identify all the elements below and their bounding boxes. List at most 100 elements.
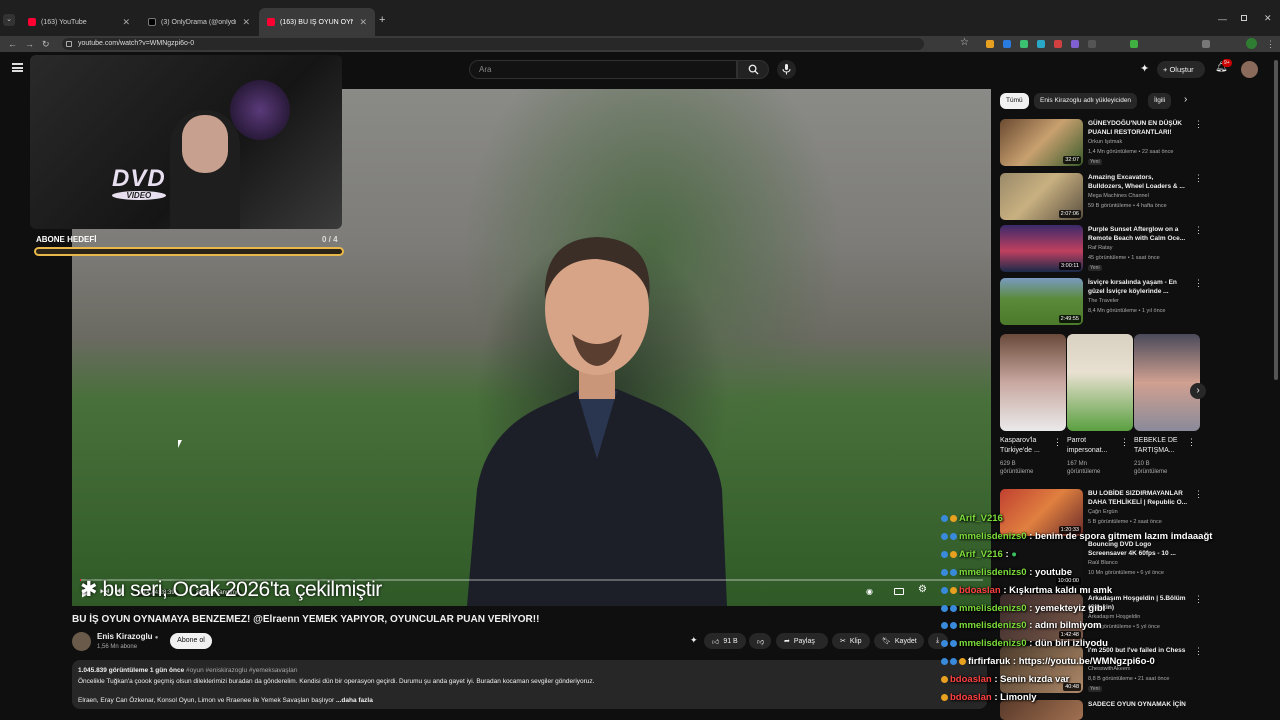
bookmark-star-icon[interactable]: ☆ bbox=[960, 37, 969, 48]
recommendation-item[interactable]: 32:07 GÜNEYDOĞU'NUN EN DÜŞÜK PUANLI REST… bbox=[1000, 119, 1203, 169]
short-thumbnail[interactable] bbox=[1134, 334, 1200, 431]
extension-icon[interactable] bbox=[1037, 40, 1045, 48]
chat-text: youtube bbox=[1035, 567, 1072, 578]
more-options-icon[interactable]: ⋮ bbox=[1194, 278, 1203, 289]
close-window-icon[interactable]: ✕ bbox=[1264, 13, 1272, 24]
dislike-button[interactable]: 👎︎ bbox=[749, 633, 771, 649]
chip-all[interactable]: Tümü bbox=[1000, 93, 1029, 109]
minimize-icon[interactable]: — bbox=[1218, 14, 1227, 24]
duration-badge: 10:00:00 bbox=[1055, 577, 1081, 585]
more-options-icon[interactable]: ⋮ bbox=[1194, 119, 1203, 130]
more-options-icon[interactable]: ⋮ bbox=[1120, 437, 1129, 448]
recommendation-item[interactable]: 40:48 I'm 2500 but I've failed in Chess … bbox=[1000, 646, 1203, 694]
recommendation-item[interactable]: 3:00:11 Purple Sunset Afterglow on a Rem… bbox=[1000, 225, 1203, 275]
extension-icon[interactable] bbox=[1003, 40, 1011, 48]
maximize-icon[interactable] bbox=[1241, 15, 1247, 21]
more-options-icon[interactable]: ⋮ bbox=[1187, 437, 1196, 448]
site-info-icon[interactable] bbox=[66, 41, 72, 47]
search-input[interactable]: Ara bbox=[469, 60, 737, 79]
extension-icon[interactable] bbox=[1054, 40, 1062, 48]
sparkle-icon[interactable]: ✦ bbox=[1140, 62, 1149, 75]
shorts-next-icon[interactable]: › bbox=[1190, 383, 1206, 399]
close-tab-icon[interactable]: ✕ bbox=[116, 17, 130, 28]
hamburger-menu-icon[interactable] bbox=[12, 63, 23, 72]
share-label: Paylaş bbox=[793, 637, 815, 645]
search-placeholder: Ara bbox=[479, 65, 492, 74]
subtitles-icon[interactable] bbox=[894, 588, 904, 595]
clip-button[interactable]: ✂ Klip bbox=[832, 633, 870, 649]
profile-avatar[interactable] bbox=[1246, 38, 1257, 49]
more-options-icon[interactable]: ⋮ bbox=[1194, 489, 1203, 500]
extension-icon[interactable] bbox=[1130, 40, 1138, 48]
subscriber-count: 1,56 Mn abone bbox=[97, 644, 138, 650]
badge-icon bbox=[959, 657, 966, 665]
extension-icon[interactable] bbox=[1071, 40, 1079, 48]
duration-badge: 2:49:55 bbox=[1058, 315, 1081, 323]
more-options-icon[interactable]: ⋮ bbox=[1194, 173, 1203, 184]
close-tab-icon[interactable]: ✕ bbox=[236, 17, 250, 28]
badge-icon bbox=[941, 621, 948, 629]
extension-icon[interactable] bbox=[1020, 40, 1028, 48]
tab-onlydrama[interactable]: (3) OnlyDrama (@onlydramaX)✕ bbox=[140, 8, 258, 36]
recommendation-item[interactable]: SADECE OYUN OYNAMAK İÇİN bbox=[1000, 700, 1200, 720]
more-options-icon[interactable]: ⋮ bbox=[1194, 594, 1203, 605]
more-options-icon[interactable]: ⋮ bbox=[1194, 225, 1203, 236]
recommendation-item[interactable]: 10:00:00 Bouncing DVD Logo Screensaver 4… bbox=[1000, 540, 1200, 587]
url-field[interactable]: youtube.com/watch?v=WMNgzpi6o-0 bbox=[62, 38, 924, 50]
create-label: Oluştur bbox=[1169, 65, 1194, 74]
webcam-overlay: DVD VIDEO bbox=[30, 55, 342, 229]
more-options-icon[interactable]: ⋮ bbox=[1053, 437, 1062, 448]
like-button[interactable]: 👍︎ 91 B bbox=[704, 633, 746, 649]
short-thumbnail[interactable] bbox=[1067, 334, 1133, 431]
voice-search-button[interactable] bbox=[777, 60, 796, 79]
extension-icon[interactable] bbox=[1088, 40, 1096, 48]
create-button[interactable]: + Oluştur bbox=[1157, 61, 1205, 78]
more-options-icon[interactable]: ⋮ bbox=[1194, 646, 1203, 657]
thumbs-up-icon: 👍︎ bbox=[712, 638, 720, 646]
browser-menu-icon[interactable]: ⋮ bbox=[1266, 36, 1275, 52]
share-button[interactable]: ➦ Paylaş bbox=[776, 633, 828, 649]
recommendation-item[interactable]: 1:20:33 BU LOBİDE SIZDIRMAYANLAR DAHA TE… bbox=[1000, 489, 1203, 536]
search-button[interactable] bbox=[737, 60, 769, 79]
description-tags[interactable]: #oyun #eniskirazoglu #yemeksavaşları bbox=[186, 667, 298, 674]
reload-icon[interactable]: ↻ bbox=[42, 36, 50, 52]
short-title[interactable]: BEBEKLE DE TARTIŞMA... bbox=[1134, 436, 1190, 456]
settings-gear-icon[interactable]: ⚙ bbox=[918, 584, 927, 595]
chip-related[interactable]: İlgili bbox=[1148, 93, 1172, 109]
description-box[interactable]: 1.045.839 görüntüleme 1 gün önce #oyun #… bbox=[72, 660, 987, 709]
short-title[interactable]: Parrot impersonat... bbox=[1067, 436, 1123, 456]
short-title[interactable]: Kasparov'la Türkiye'de ... bbox=[1000, 436, 1056, 456]
channel-name[interactable]: Enis Kirazoglu ● bbox=[97, 632, 158, 641]
chat-text: Limonly bbox=[1000, 692, 1037, 703]
rec-title: GÜNEYDOĞU'NUN EN DÜŞÜK PUANLI RESTORANTL… bbox=[1088, 120, 1182, 136]
extension-icon[interactable] bbox=[986, 40, 994, 48]
page-scrollbar[interactable] bbox=[1274, 60, 1278, 380]
autoplay-toggle[interactable]: ◉ bbox=[866, 587, 873, 596]
subscribe-button[interactable]: Abone ol bbox=[170, 633, 212, 649]
channel-avatar[interactable] bbox=[72, 632, 91, 651]
chevron-right-icon[interactable]: › bbox=[1184, 94, 1187, 105]
save-button[interactable]: 🔖︎ Kaydet bbox=[874, 633, 924, 649]
share-icon: ➦ bbox=[784, 638, 790, 645]
bookmark-icon: 🔖︎ bbox=[882, 638, 891, 645]
tab-current-video[interactable]: (163) BU İŞ OYUN OYNAMAYA✕ bbox=[259, 8, 375, 36]
back-icon[interactable]: ← bbox=[8, 36, 17, 52]
rec-meta: 5 B görüntüleme • 2 saat önce bbox=[1088, 519, 1162, 525]
forward-icon[interactable]: → bbox=[25, 36, 34, 52]
short-views: 210 B görüntüleme bbox=[1134, 461, 1168, 475]
short-thumbnail[interactable] bbox=[1000, 334, 1066, 431]
extensions-puzzle-icon[interactable] bbox=[1202, 40, 1210, 48]
chat-message: bdoaslan : Senin kızda var bbox=[941, 674, 1069, 685]
recommendation-item[interactable]: 2:49:55 İsviçre kırsalında yaşam - En gü… bbox=[1000, 278, 1203, 328]
close-tab-icon[interactable]: ✕ bbox=[353, 17, 367, 28]
tab-list-icon[interactable]: ⌄ bbox=[3, 14, 15, 26]
show-more-link[interactable]: ...daha fazla bbox=[336, 697, 373, 704]
account-avatar[interactable] bbox=[1241, 61, 1258, 78]
sparkle-icon[interactable]: ✦ bbox=[690, 635, 698, 646]
chat-message: firfirfaruk : https://youtu.be/WMNgzpi6o… bbox=[941, 656, 1155, 667]
new-tab-icon[interactable]: + bbox=[379, 14, 385, 26]
recommendation-item[interactable]: 2:07:06 Amazing Excavators, Bulldozers, … bbox=[1000, 173, 1203, 223]
chip-from-uploader[interactable]: Enis Kirazoglu adlı yükleyiciden bbox=[1034, 93, 1138, 109]
tab-youtube[interactable]: (163) YouTube ✕ bbox=[20, 8, 138, 36]
recommendation-item[interactable]: 1:42:48 Arkadaşım Hoşgeldin | 5.Bölüm (C… bbox=[1000, 594, 1203, 641]
